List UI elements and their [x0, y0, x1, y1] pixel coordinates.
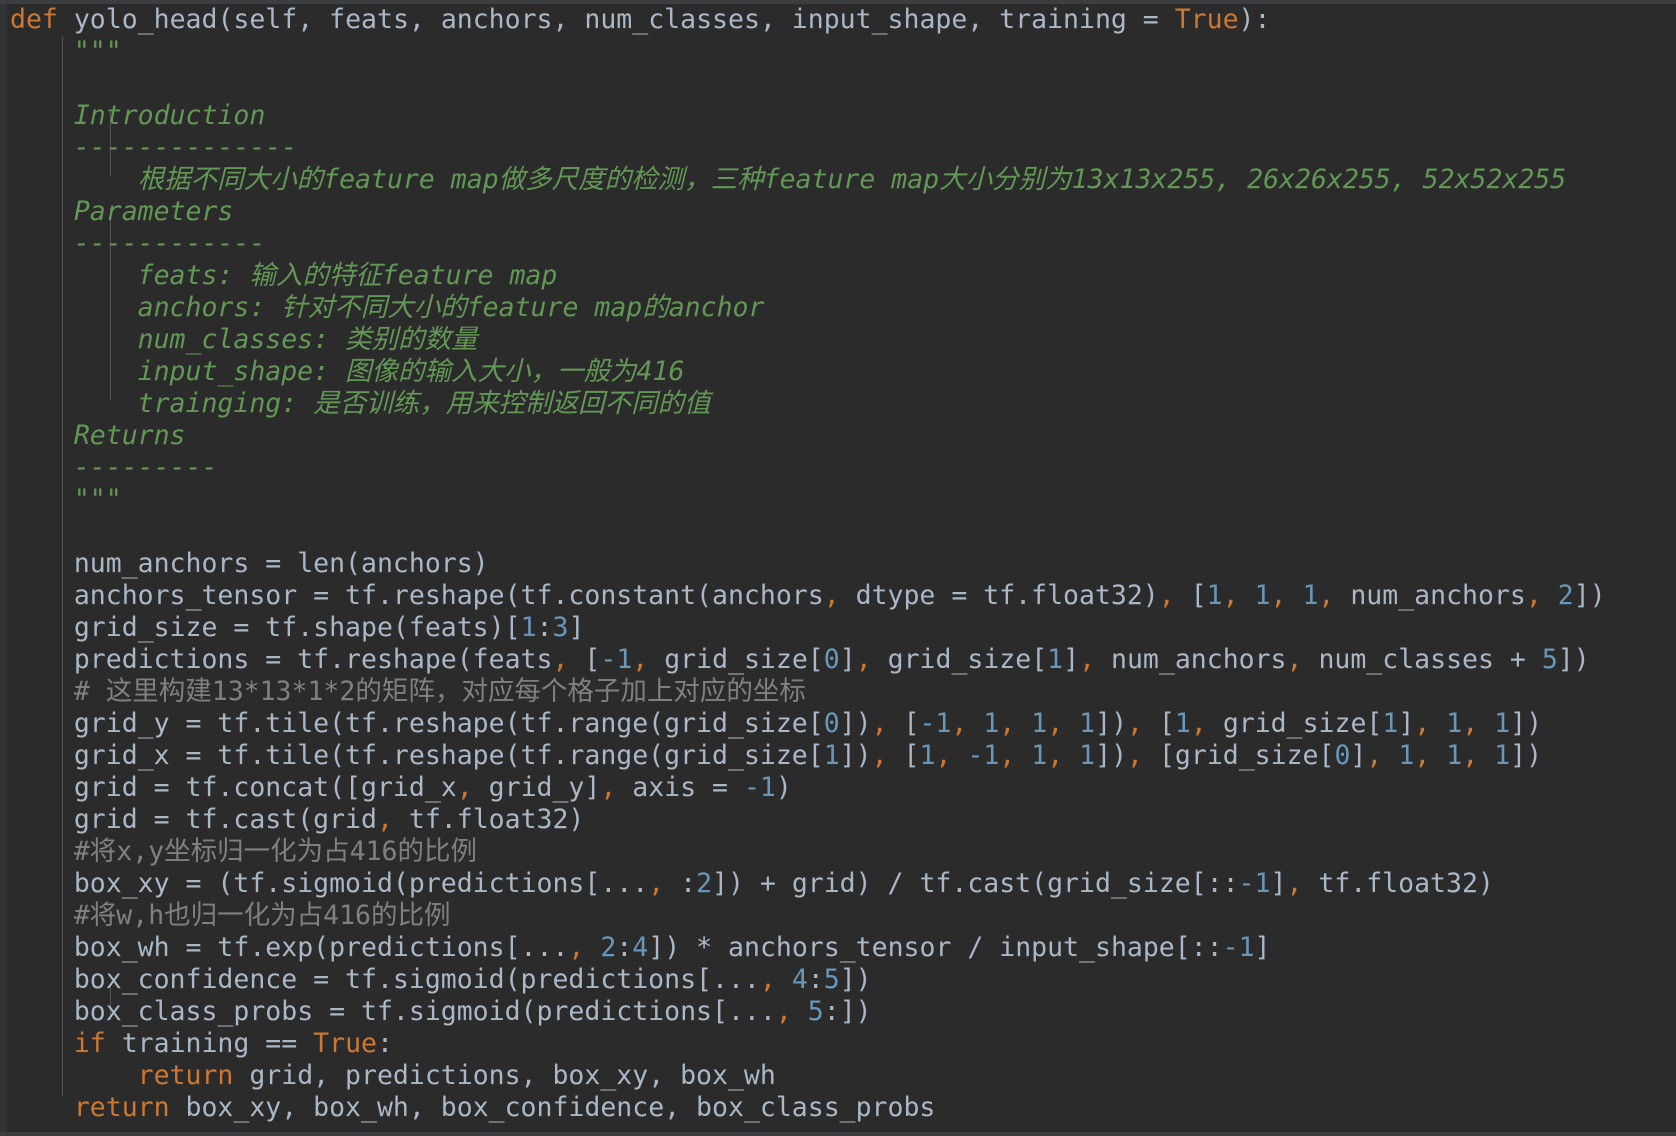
code-line-grid-y: grid_y = tf.tile(tf.reshape(tf.range(gri… [10, 708, 1542, 739]
docstring-section-returns: Returns [73, 420, 186, 451]
if-condition-text: training == [105, 1028, 314, 1059]
stmt-box-confidence: box_confidence = tf.sigmoid(predictions[… [73, 964, 872, 995]
return-values-inner: grid, predictions, box_xy, box_wh [233, 1060, 776, 1091]
keyword-if: if [73, 1028, 106, 1059]
stmt-grid-x: grid_x = tf.tile(tf.reshape(tf.range(gri… [73, 740, 1543, 771]
if-colon: : [377, 1028, 393, 1059]
code-line-intro-rule: -------------- [10, 132, 297, 163]
code-line-box-confidence: box_confidence = tf.sigmoid(predictions[… [10, 964, 872, 995]
comment-wh-normalize: #将w,h也归一化为占416的比例 [73, 900, 451, 931]
stmt-box-xy: box_xy = (tf.sigmoid(predictions[..., :2… [73, 868, 1494, 899]
code-line-comment-wh: #将w,h也归一化为占416的比例 [10, 900, 451, 931]
code-line-blank-2 [10, 516, 26, 547]
code-line-box-xy: box_xy = (tf.sigmoid(predictions[..., :2… [10, 868, 1494, 899]
stmt-predictions: predictions = tf.reshape(feats, [-1, gri… [73, 644, 1590, 675]
code-line-def: def yolo_head(self, feats, anchors, num_… [10, 4, 1270, 35]
code-line-box-class-probs: box_class_probs = tf.sigmoid(predictions… [10, 996, 872, 1027]
code-line-grid-x: grid_x = tf.tile(tf.reshape(tf.range(gri… [10, 740, 1542, 771]
keyword-def: def [10, 4, 58, 35]
function-name: yolo_head [73, 4, 218, 35]
stmt-grid-y: grid_y = tf.tile(tf.reshape(tf.range(gri… [73, 708, 1543, 739]
code-line-grid-cast: grid = tf.cast(grid, tf.float32) [10, 804, 585, 835]
return-values-outer: box_xy, box_wh, box_confidence, box_clas… [169, 1092, 936, 1123]
docstring-rule-parameters: ------------ [73, 228, 266, 259]
docstring-param-num-classes: num_classes: 类别的数量 [137, 324, 478, 355]
docstring-open-quotes: """ [73, 36, 122, 67]
docstring-rule-returns: --------- [73, 452, 218, 483]
code-line-returns-rule: --------- [10, 452, 218, 483]
code-line-return-outer: return box_xy, box_wh, box_confidence, b… [10, 1092, 936, 1123]
stmt-num-anchors: num_anchors = len(anchors) [73, 548, 489, 579]
keyword-return-outer: return [73, 1092, 170, 1123]
code-line-intro-body: 根据不同大小的feature map做多尺度的检测，三种feature map大… [10, 164, 1567, 195]
open-paren: ( [217, 4, 234, 35]
stmt-grid-concat: grid = tf.concat([grid_x, grid_y], axis … [73, 772, 792, 803]
code-line-param-input-shape: input_shape: 图像的输入大小，一般为416 [10, 356, 685, 387]
stmt-box-class-probs: box_class_probs = tf.sigmoid(predictions… [73, 996, 872, 1027]
keyword-return-inner: return [137, 1060, 234, 1091]
code-line-param-trainging: trainging: 是否训练，用来控制返回不同的值 [10, 388, 711, 419]
code-line-param-anchors: anchors: 针对不同大小的feature map的anchor [10, 292, 765, 323]
code-line-return-inner: return grid, predictions, box_xy, box_wh [10, 1060, 776, 1091]
docstring-intro-body: 根据不同大小的feature map做多尺度的检测，三种feature map大… [137, 164, 1567, 195]
default-value-true: True [1174, 4, 1239, 35]
code-line-grid-size: grid_size = tf.shape(feats)[1:3] [10, 612, 585, 643]
stmt-grid-size: grid_size = tf.shape(feats)[1:3] [73, 612, 585, 643]
docstring-param-input-shape: input_shape: 图像的输入大小，一般为416 [137, 356, 685, 387]
docstring-section-parameters: Parameters [73, 196, 234, 227]
code-line-params-rule: ------------ [10, 228, 265, 259]
code-line-params-title: Parameters [10, 196, 234, 227]
signature-close: ): [1238, 4, 1271, 35]
code-line-param-feats: feats: 输入的特征feature map [10, 260, 558, 291]
parameter-list: self, feats, anchors, num_classes, input… [233, 4, 1175, 35]
code-line-num-anchors: num_anchors = len(anchors) [10, 548, 489, 579]
code-line-docstring-open: """ [10, 36, 122, 67]
stmt-grid-cast: grid = tf.cast(grid, tf.float32) [73, 804, 585, 835]
source-code-block[interactable]: def yolo_head(self, feats, anchors, num_… [0, 4, 1676, 1124]
code-editor[interactable]: def yolo_head(self, feats, anchors, num_… [0, 0, 1676, 1136]
stmt-box-wh: box_wh = tf.exp(predictions[..., 2:4]) *… [73, 932, 1271, 963]
code-line-predictions: predictions = tf.reshape(feats, [-1, gri… [10, 644, 1590, 675]
code-line-param-num-classes: num_classes: 类别的数量 [10, 324, 478, 355]
code-line-returns-title: Returns [10, 420, 186, 451]
code-line-intro-title: Introduction [10, 100, 265, 131]
editor-bottom-edge [0, 1132, 1676, 1136]
docstring-param-feats: feats: 输入的特征feature map [137, 260, 558, 291]
code-line-docstring-close: """ [10, 484, 122, 515]
docstring-rule-introduction: -------------- [73, 132, 298, 163]
docstring-param-trainging: trainging: 是否训练，用来控制返回不同的值 [137, 388, 711, 419]
stmt-anchors-tensor: anchors_tensor = tf.reshape(tf.constant(… [73, 580, 1606, 611]
code-line-blank-1 [10, 68, 26, 99]
docstring-section-introduction: Introduction [73, 100, 266, 131]
comment-matrix: # 这里构建13*13*1*2的矩阵，对应每个格子加上对应的坐标 [73, 676, 806, 707]
docstring-close-quotes: """ [73, 484, 122, 515]
code-line-anchors-tensor: anchors_tensor = tf.reshape(tf.constant(… [10, 580, 1606, 611]
code-line-comment-matrix: # 这里构建13*13*1*2的矩阵，对应每个格子加上对应的坐标 [10, 676, 806, 707]
docstring-param-anchors: anchors: 针对不同大小的feature map的anchor [137, 292, 765, 323]
comment-xy-normalize: #将x,y坐标归一化为占416的比例 [73, 836, 478, 867]
literal-true: True [313, 1028, 377, 1059]
code-line-grid-concat: grid = tf.concat([grid_x, grid_y], axis … [10, 772, 792, 803]
code-line-comment-xy: #将x,y坐标归一化为占416的比例 [10, 836, 477, 867]
code-line-if-training: if training == True: [10, 1028, 393, 1059]
code-line-box-wh: box_wh = tf.exp(predictions[..., 2:4]) *… [10, 932, 1271, 963]
